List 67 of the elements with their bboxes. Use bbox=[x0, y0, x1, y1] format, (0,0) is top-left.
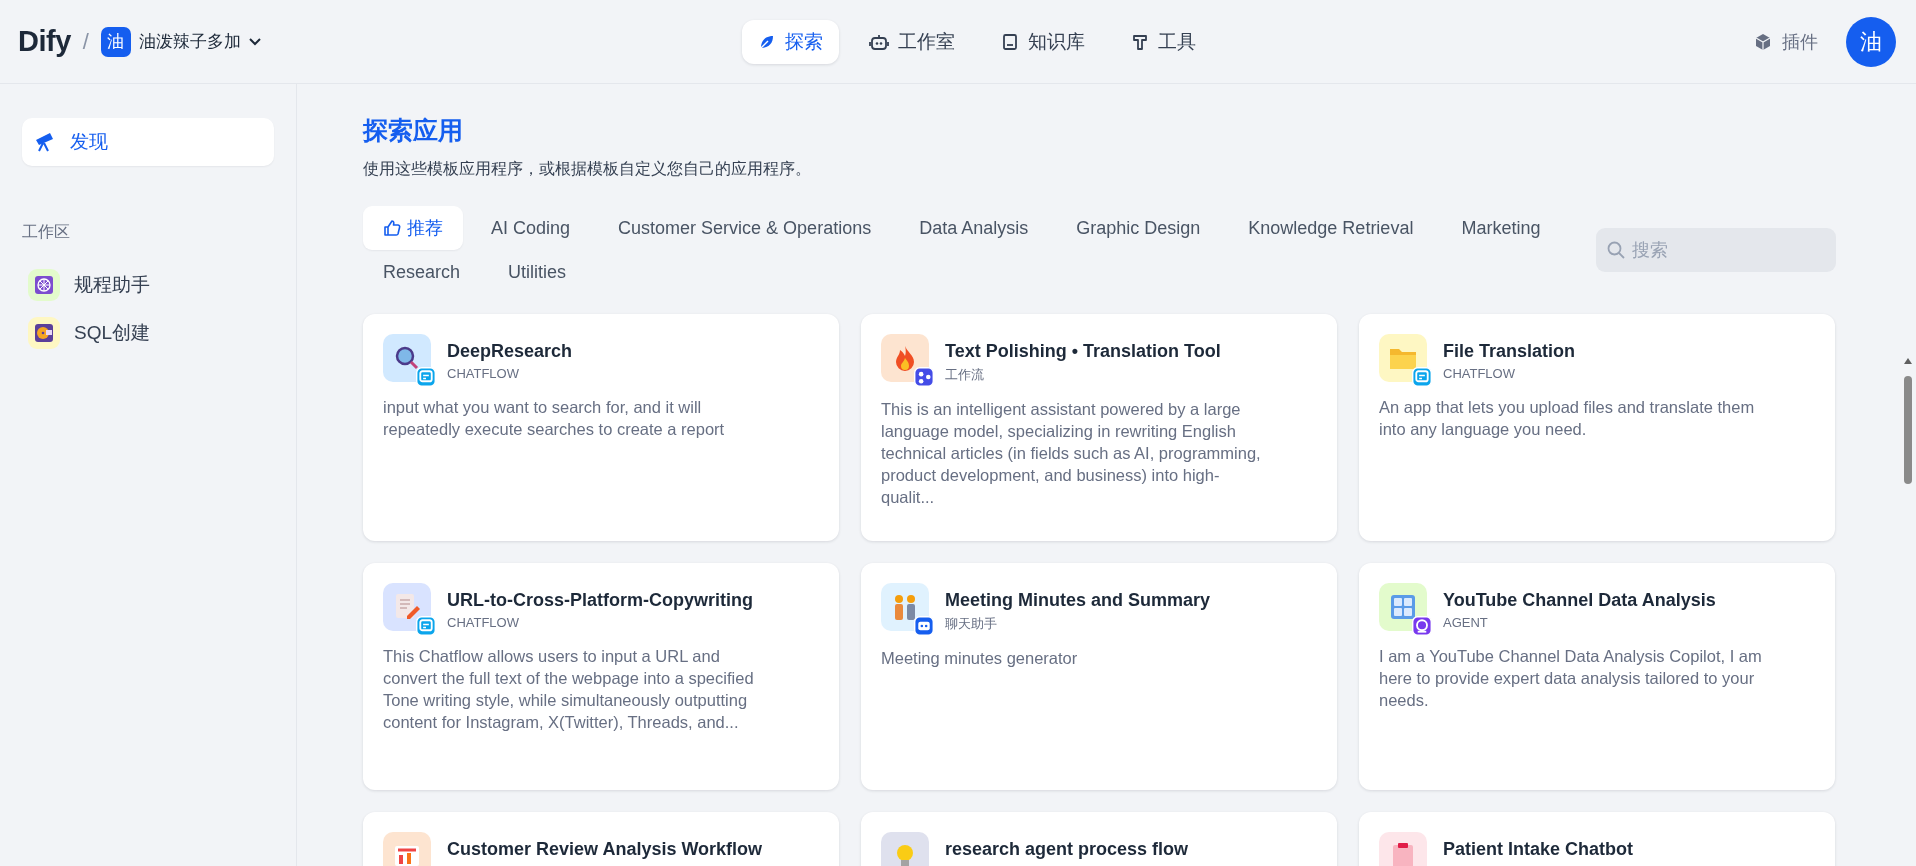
app-type: CHATFLOW bbox=[447, 615, 520, 630]
app-title[interactable]: Text Polishing • Translation Tool bbox=[945, 340, 1221, 362]
app-type: CHATFLOW bbox=[1443, 366, 1516, 381]
discover-nav-item[interactable]: 发现 bbox=[22, 118, 274, 166]
app-title[interactable]: YouTube Channel Data Analysis bbox=[1443, 589, 1716, 611]
wheel-icon bbox=[34, 275, 54, 295]
telescope-icon bbox=[34, 132, 56, 152]
nav-tab[interactable]: 知识库 bbox=[985, 19, 1102, 64]
app-card[interactable]: File Translation CHATFLOW An app that lets you upload files and translate them into any language you need. bbox=[1359, 314, 1835, 541]
app-description: This Chatflow allows users to input a URL and convert the full text of the webpage into a specified Tone writing style, while simultaneously outputting content for Instagram, X(Twitter), Threads, and... bbox=[383, 646, 755, 733]
page-title: 探索应用 bbox=[363, 115, 463, 146]
app-card[interactable]: Meeting Minutes and Summary 聊天助手 Meeting minutes generator bbox=[861, 563, 1337, 790]
keypad-icon bbox=[1389, 593, 1417, 621]
separator: / bbox=[82, 28, 89, 55]
workspace-avatar: 油 bbox=[100, 26, 131, 57]
nav-tab[interactable]: 工作室 bbox=[853, 19, 972, 64]
document-pencil-icon bbox=[393, 592, 421, 622]
app-description: input what you want to search for, and it will repeatedly execute searches to create a report bbox=[383, 397, 726, 440]
app-title[interactable]: Meeting Minutes and Summary bbox=[945, 589, 1211, 611]
workspace-app-item[interactable]: SQL创建 bbox=[22, 309, 274, 357]
app-card[interactable] bbox=[363, 563, 839, 790]
app-card[interactable]: Patient Intake Chatbot bbox=[1359, 812, 1835, 866]
app-description: This is an intelligent assistant powered by a large language model, specializing in rewriting English technical articles (in fields such as AI, programming, product development, and business) into high-qualit... bbox=[881, 399, 1262, 508]
category-tab[interactable]: Utilities bbox=[488, 250, 587, 294]
app-title[interactable]: URL-to-Cross-Platform-Copywriting bbox=[447, 589, 753, 611]
plugins-button[interactable]: 插件 bbox=[1754, 29, 1818, 54]
app-card[interactable]: DeepResearch CHATFLOW input what you want to search for, and it will repeatedly execute searches to create a report bbox=[363, 314, 839, 541]
magnifier-icon bbox=[393, 344, 421, 372]
category-tab[interactable]: Knowledge Retrieval bbox=[1228, 206, 1434, 250]
app-title[interactable]: File Translation bbox=[1443, 340, 1576, 362]
app-type: 工作流 bbox=[945, 366, 985, 384]
app-type: AGENT bbox=[1443, 615, 1489, 630]
app-type: 聊天助手 bbox=[945, 615, 998, 633]
book-icon bbox=[1001, 32, 1020, 51]
page-subtitle: 使用这些模板应用程序，或根据模板自定义您自己的应用程序。 bbox=[363, 159, 812, 179]
cube-icon bbox=[1754, 32, 1772, 51]
category-tab[interactable]: Marketing bbox=[1441, 206, 1561, 250]
app-description: I am a YouTube Channel Data Analysis Copilot, I am here to provide expert data analysis tailored to your needs. bbox=[1379, 646, 1763, 711]
category-tab[interactable]: Customer Service & Operations bbox=[598, 206, 892, 250]
category-tab[interactable]: Graphic Design bbox=[1056, 206, 1221, 250]
app-type: CHATFLOW bbox=[447, 366, 520, 381]
app-title[interactable]: Patient Intake Chatbot bbox=[1443, 838, 1634, 860]
app-card[interactable]: Customer Review Analysis Workflow bbox=[363, 812, 839, 866]
category-tab[interactable]: Data Analysis bbox=[899, 206, 1049, 250]
nav-tab[interactable]: 探索 bbox=[742, 19, 840, 64]
app-title[interactable]: Customer Review Analysis Workflow bbox=[447, 838, 763, 860]
workspace-name[interactable]: 油泼辣子多加 bbox=[138, 30, 241, 53]
section-label: 工作区 bbox=[22, 222, 71, 242]
robot-icon bbox=[869, 32, 890, 51]
app-description: Meeting minutes generator bbox=[881, 648, 1079, 669]
app-title[interactable]: DeepResearch bbox=[447, 340, 573, 362]
app-title[interactable]: research agent process flow bbox=[945, 838, 1189, 860]
app-card[interactable]: research agent process flow bbox=[861, 812, 1337, 866]
category-tab[interactable]: Research bbox=[363, 250, 481, 294]
app-card[interactable] bbox=[861, 314, 1337, 541]
category-tab[interactable]: AI Coding bbox=[471, 206, 591, 250]
app-card[interactable]: YouTube Channel Data Analysis AGENT I am a YouTube Channel Data Analysis Copilot, I am here to provide expert data analysis tailored to your needs. bbox=[1359, 563, 1835, 790]
logo[interactable]: Dify bbox=[18, 25, 71, 58]
chevron-down-icon[interactable] bbox=[248, 37, 261, 46]
clipboard-icon bbox=[1390, 842, 1416, 866]
category-tab[interactable]: 推荐 bbox=[363, 206, 463, 250]
search-field[interactable]: 搜索 bbox=[1596, 228, 1836, 272]
user-avatar[interactable]: 油 bbox=[1846, 16, 1896, 67]
nav-tab[interactable]: 工具 bbox=[1115, 19, 1213, 64]
workspace-app-item[interactable]: 规程助手 bbox=[22, 261, 274, 309]
thumbs-up-icon bbox=[383, 219, 401, 237]
app-description: An app that lets you upload files and translate them into any language you need. bbox=[1379, 397, 1756, 440]
